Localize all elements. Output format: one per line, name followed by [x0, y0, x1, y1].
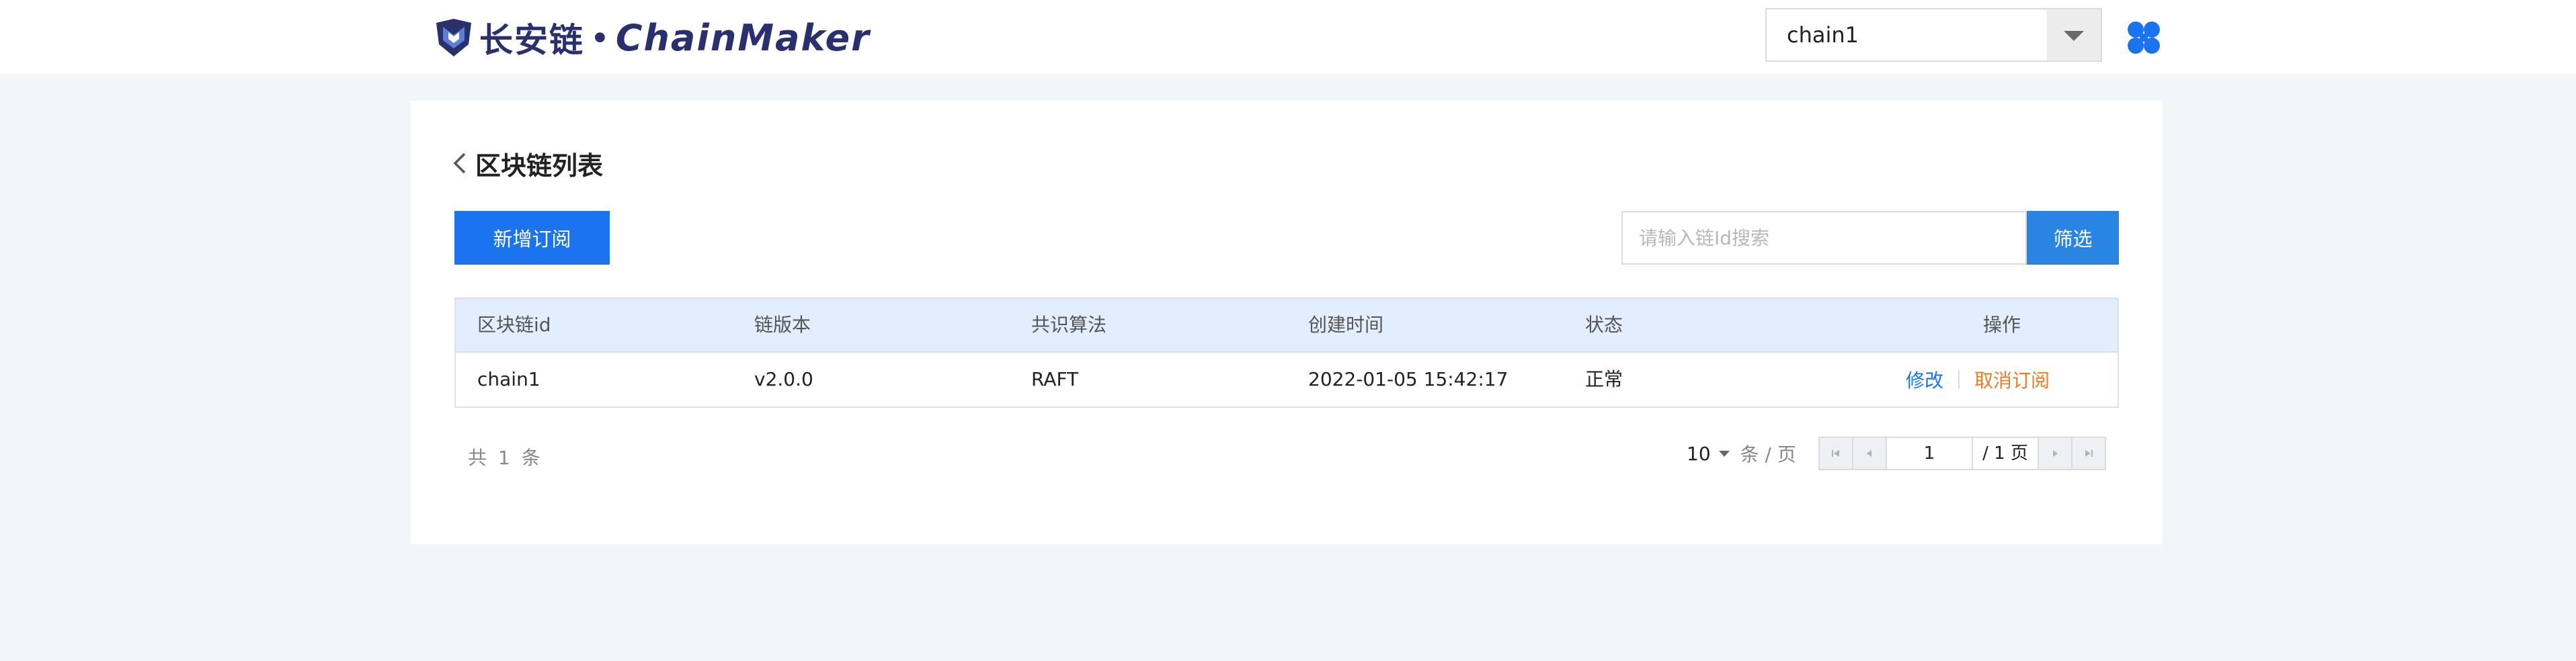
- cell-created-at: 2022-01-05 15:42:17: [1308, 368, 1508, 390]
- chevron-down-icon[interactable]: [2047, 9, 2101, 60]
- action-divider: [1958, 370, 1960, 389]
- prev-page-button[interactable]: [1853, 438, 1887, 469]
- chain-selector[interactable]: chain1: [1765, 8, 2102, 62]
- page-title-text: 区块链列表: [475, 150, 604, 181]
- column-header-created-at: 创建时间: [1308, 314, 1384, 336]
- clover-menu-icon[interactable]: [2126, 20, 2161, 55]
- chain-table: 区块链id 链版本 共识算法 创建时间 状态 操作 chain1 v2.0.0 …: [454, 298, 2119, 408]
- next-page-icon: [2053, 450, 2058, 457]
- logo-chinese-text: 长安链: [479, 21, 584, 60]
- page-size-selector[interactable]: 10 条 / 页: [1687, 438, 1796, 469]
- total-count: 共 1 条: [468, 447, 543, 469]
- logo-shield-icon: [436, 19, 471, 56]
- table-header: 区块链id 链版本 共识算法 创建时间 状态 操作: [456, 299, 2118, 353]
- table-row: chain1 v2.0.0 RAFT 2022-01-05 15:42:17 正…: [456, 353, 2118, 406]
- top-navbar: 长安链 • ChainMaker chain1: [0, 0, 2576, 74]
- page-size-value: 10: [1687, 442, 1711, 465]
- logo-english-text: ChainMaker: [615, 16, 871, 59]
- cell-version: v2.0.0: [754, 368, 813, 390]
- logo-separator: •: [591, 21, 609, 54]
- caret-down-icon[interactable]: [1718, 450, 1730, 457]
- back-arrow-icon[interactable]: [451, 150, 469, 177]
- first-page-button[interactable]: [1820, 438, 1853, 469]
- last-page-icon: [2085, 450, 2093, 457]
- cancel-subscription-link[interactable]: 取消订阅: [1974, 366, 2050, 393]
- chain-list-card: 区块链列表 新增订阅 筛选 区块链id 链版本 共识算法 创建时间 状态 操作 …: [411, 101, 2163, 544]
- cell-chain-id: chain1: [477, 368, 540, 390]
- last-page-button[interactable]: [2071, 438, 2105, 469]
- column-header-actions: 操作: [1982, 314, 2021, 336]
- next-page-button[interactable]: [2038, 438, 2071, 469]
- filter-button[interactable]: 筛选: [2027, 211, 2119, 265]
- total-pages: / 1 页: [1982, 443, 2028, 464]
- cell-consensus: RAFT: [1031, 368, 1079, 390]
- column-header-chain-id: 区块链id: [477, 314, 551, 336]
- chainmaker-logo[interactable]: 长安链 • ChainMaker: [434, 15, 871, 60]
- column-header-status: 状态: [1585, 314, 1623, 336]
- column-header-version: 链版本: [754, 314, 811, 336]
- row-actions: 修改 取消订阅: [1906, 353, 2050, 406]
- search-input[interactable]: [1623, 212, 2025, 263]
- add-subscription-button[interactable]: 新增订阅: [454, 211, 610, 265]
- edit-link[interactable]: 修改: [1906, 366, 1943, 393]
- first-page-icon: [1832, 450, 1839, 457]
- pagination: 1 / 1 页: [1818, 437, 2106, 470]
- page-number-input[interactable]: 1: [1887, 438, 1973, 469]
- page-title: 区块链列表: [451, 146, 604, 181]
- status-badge: 正常: [1585, 368, 1623, 390]
- chain-selector-value: chain1: [1787, 22, 1859, 48]
- chain-id-search-field[interactable]: [1621, 211, 2027, 265]
- prev-page-icon: [1867, 450, 1871, 457]
- page-size-unit: 条 / 页: [1740, 443, 1796, 466]
- column-header-consensus: 共识算法: [1031, 314, 1107, 336]
